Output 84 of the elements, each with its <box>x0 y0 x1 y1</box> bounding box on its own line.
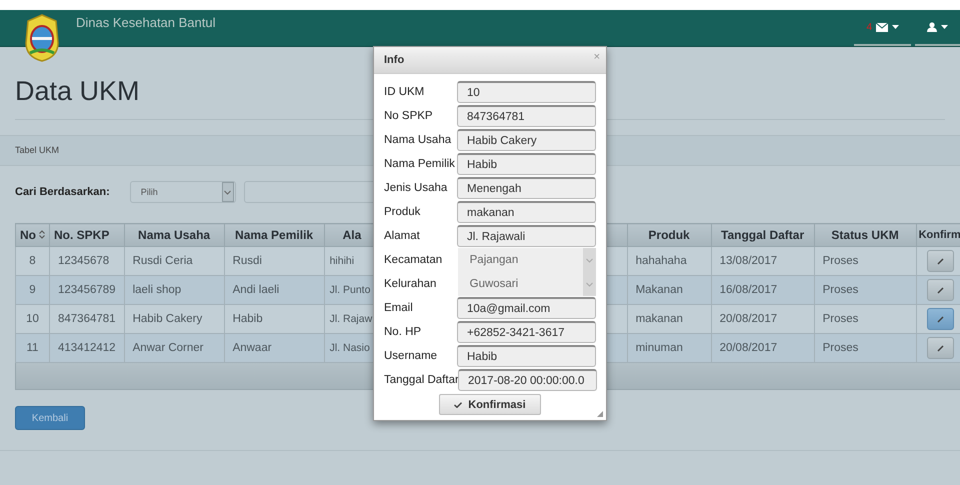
column-header[interactable]: No <box>16 224 50 246</box>
field-label: Nama Usaha <box>384 134 452 146</box>
field-label: No SPKP <box>384 110 434 122</box>
input-field[interactable]: 2017-08-20 00:00:00.0 <box>458 369 597 391</box>
table-cell: 10 <box>16 304 50 334</box>
column-header: Nama Pemilik <box>224 224 324 246</box>
column-header: Konfirm <box>916 224 960 246</box>
caret-icon <box>892 25 899 29</box>
field-label: Username <box>384 350 438 362</box>
confirm-edit-button[interactable] <box>926 250 954 272</box>
table-cell: 12345678 <box>50 246 124 276</box>
confirm-button[interactable]: Konfirmasi <box>439 394 541 415</box>
search-label: Cari Berdasarkan: <box>15 186 110 198</box>
table-cell: Proses <box>814 334 916 362</box>
table-cell: Habib Cakery <box>124 304 224 334</box>
select-field[interactable]: Guwosari <box>458 272 596 296</box>
dialog-title: Info <box>384 54 404 66</box>
table-cell: 20/08/2017 <box>711 304 814 334</box>
pencil-icon <box>936 286 944 294</box>
field-label: Alamat <box>384 230 421 242</box>
input-field[interactable]: +62852-3421-3617 <box>457 321 596 343</box>
resize-grip-icon[interactable] <box>597 411 603 417</box>
input-field[interactable]: 10a@gmail.com <box>457 297 596 319</box>
table-cell: Rusdi <box>224 246 324 276</box>
table-cell: 11 <box>16 334 50 362</box>
column-header: Produk <box>627 224 712 246</box>
table-cell: Habib <box>224 304 324 334</box>
table-cell: 9 <box>16 276 50 304</box>
column-header: No. SPKP <box>50 224 124 246</box>
column-header: Tanggal Daftar <box>711 224 814 246</box>
field-label: Email <box>384 302 414 314</box>
table-cell: Proses <box>814 304 916 334</box>
confirm-edit-button[interactable] <box>926 279 954 301</box>
table-cell: 20/08/2017 <box>711 334 814 362</box>
table-cell: laeli shop <box>124 276 224 304</box>
column-header: Nama Usaha <box>124 224 224 246</box>
input-field[interactable]: Habib <box>457 153 596 175</box>
table-cell: makanan <box>627 304 712 334</box>
input-field[interactable]: makanan <box>457 201 596 223</box>
field-label: Tanggal Daftar <box>384 374 458 386</box>
input-field[interactable]: Habib Cakery <box>457 129 596 151</box>
table-cell: Anwar Corner <box>124 334 224 362</box>
app-title[interactable]: Dinas Kesehatan Bantul <box>76 14 216 30</box>
table-cell: Proses <box>814 246 916 276</box>
envelope-icon <box>876 22 888 32</box>
table-cell: 413412412 <box>50 334 124 362</box>
confirm-edit-button[interactable] <box>926 308 954 330</box>
table-cell: 8 <box>16 246 50 276</box>
pencil-icon <box>936 316 944 322</box>
field-label: Kelurahan <box>384 278 438 290</box>
table-cell: Proses <box>814 276 916 304</box>
column-header: Status UKM <box>814 224 916 246</box>
table-cell: 123456789 <box>50 276 124 304</box>
field-label: ID UKM <box>384 86 426 98</box>
table-cell: Makanan <box>627 276 712 304</box>
confirm-edit-button[interactable] <box>926 337 954 359</box>
table-cell: Rusdi Ceria <box>124 246 224 276</box>
field-label: No. HP <box>384 326 422 338</box>
table-cell: 13/08/2017 <box>711 246 814 276</box>
input-field[interactable]: Jl. Rajawali <box>457 225 596 247</box>
select-field[interactable]: Pajangan <box>458 248 596 272</box>
pencil-icon <box>936 344 944 352</box>
chevron-icon <box>222 182 234 202</box>
check-icon <box>454 402 462 408</box>
search-by-select[interactable]: Pilih <box>130 181 236 203</box>
sort-icon <box>39 230 45 239</box>
field-label: Kecamatan <box>384 254 444 266</box>
table-cell: hahahaha <box>627 246 712 276</box>
field-label: Jenis Usaha <box>384 182 448 194</box>
input-field[interactable]: 10 <box>457 81 596 103</box>
pencil-icon <box>936 258 944 264</box>
input-field[interactable]: 847364781 <box>457 105 596 127</box>
table-cell: 16/08/2017 <box>711 276 814 304</box>
chevron-icon <box>583 248 596 272</box>
table-cell: minuman <box>627 334 712 362</box>
table-cell: Anwaar <box>224 334 324 362</box>
input-field[interactable]: Menengah <box>457 177 596 199</box>
chevron-icon <box>583 272 596 296</box>
input-field[interactable]: Habib <box>457 345 596 367</box>
table-cell: 847364781 <box>50 304 124 334</box>
field-label: Produk <box>384 206 422 218</box>
user-icon <box>927 22 937 32</box>
caret-icon <box>941 25 948 29</box>
table-cell: Andi laeli <box>224 276 324 304</box>
